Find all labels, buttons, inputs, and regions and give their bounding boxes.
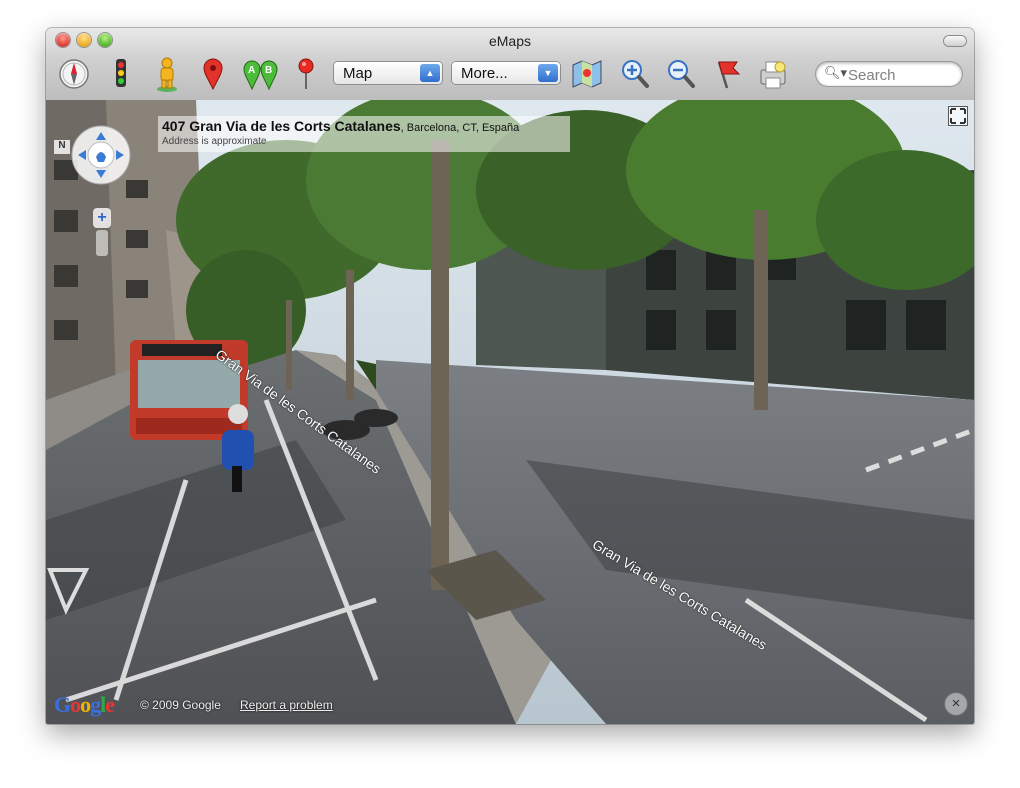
address-number: 407 bbox=[162, 118, 186, 134]
pin-icon[interactable] bbox=[196, 56, 230, 92]
google-logo: Google bbox=[54, 692, 115, 717]
directions-ab-icon[interactable]: AB bbox=[239, 56, 283, 92]
traffic-light-icon[interactable] bbox=[104, 56, 138, 92]
svg-text:A: A bbox=[248, 65, 255, 76]
compass-icon[interactable] bbox=[57, 56, 91, 92]
map-type-value: Map bbox=[343, 65, 373, 82]
zoom-in-button[interactable]: + bbox=[93, 208, 111, 228]
close-streetview-icon[interactable]: × bbox=[944, 692, 968, 716]
toolbar-toggle-button[interactable] bbox=[944, 36, 966, 46]
pegman-icon[interactable] bbox=[150, 56, 184, 92]
flag-icon[interactable] bbox=[710, 56, 744, 92]
address-note: Address is approximate bbox=[162, 136, 267, 147]
navigation-control[interactable] bbox=[70, 124, 132, 186]
zoom-in-icon[interactable] bbox=[618, 56, 652, 92]
zoom-slider[interactable] bbox=[96, 230, 108, 256]
expand-icon[interactable] bbox=[948, 106, 968, 126]
window-title: eMaps bbox=[488, 33, 532, 49]
more-select[interactable]: More... ▼ bbox=[452, 62, 560, 84]
map-view-icon[interactable] bbox=[570, 56, 604, 92]
compass-north-label: N bbox=[54, 140, 70, 154]
updown-arrows-icon: ▲ bbox=[420, 64, 440, 82]
zoom-out-icon[interactable] bbox=[664, 56, 698, 92]
address-overlay: 407 Gran Via de les Corts Catalanes, Bar… bbox=[158, 116, 570, 152]
address-line: 407 Gran Via de les Corts Catalanes, Bar… bbox=[162, 118, 519, 134]
more-value: More... bbox=[461, 65, 508, 82]
dropdown-arrow-icon: ▼ bbox=[538, 64, 558, 82]
print-icon[interactable] bbox=[756, 56, 790, 92]
toolbar: eMaps AB Map ▲ More... ▼ 🔍︎▾ Search bbox=[46, 28, 974, 101]
map-type-select[interactable]: Map ▲ bbox=[334, 62, 442, 84]
street-scene-image bbox=[46, 100, 974, 724]
search-icon: 🔍︎▾ bbox=[824, 65, 848, 80]
search-field[interactable]: 🔍︎▾ bbox=[816, 62, 962, 86]
emaps-window: eMaps AB Map ▲ More... ▼ 🔍︎▾ Search Gran… bbox=[46, 28, 974, 724]
pushpin-icon[interactable] bbox=[289, 56, 323, 92]
report-problem-link[interactable]: Report a problem bbox=[240, 698, 333, 712]
copyright-text: © 2009 Google bbox=[140, 698, 221, 712]
address-street: Gran Via de les Corts Catalanes bbox=[189, 118, 401, 134]
svg-text:B: B bbox=[265, 65, 272, 76]
street-view-panorama[interactable]: Gran Via de les Corts Catalanes Gran Via… bbox=[46, 100, 974, 724]
search-input[interactable] bbox=[846, 64, 958, 86]
address-city: , Barcelona, CT, España bbox=[400, 122, 520, 134]
